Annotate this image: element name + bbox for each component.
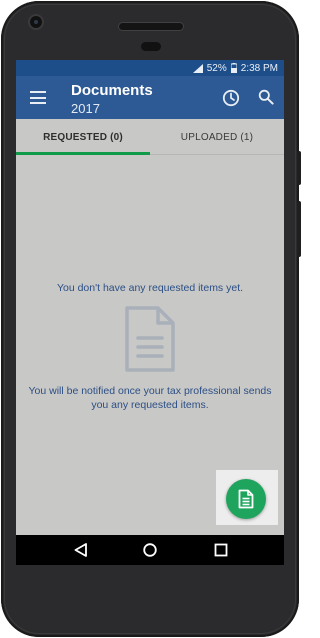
volume-button [297,201,301,257]
battery-icon [230,63,237,73]
app-bar: Documents 2017 [16,76,284,119]
screen: 52% 2:38 PM Documents 2017 REQUESTED (0)… [16,60,284,565]
android-nav-bar [16,535,284,565]
battery-percent: 52% [206,62,227,74]
page-title: Documents [71,82,153,99]
document-icon [238,489,254,509]
signal-icon [192,63,203,73]
search-icon[interactable] [258,89,274,105]
front-camera [30,16,42,28]
clock-icon[interactable] [222,89,240,107]
document-icon [125,306,175,372]
empty-state-message: You will be notified once your tax profe… [28,385,272,411]
earpiece-speaker [119,23,183,30]
tab-bar: REQUESTED (0) UPLOADED (1) [16,119,284,155]
active-tab-indicator [16,152,150,155]
tab-uploaded[interactable]: UPLOADED (1) [150,119,284,155]
power-button [297,151,301,185]
proximity-sensor [141,42,161,51]
page-subtitle-year: 2017 [71,101,100,116]
home-circle-icon[interactable] [143,543,157,557]
status-bar: 52% 2:38 PM [16,60,284,76]
empty-state-title: You don't have any requested items yet. [56,282,244,294]
upload-document-button[interactable] [226,479,266,519]
tab-requested[interactable]: REQUESTED (0) [16,119,150,155]
hamburger-menu-icon[interactable] [30,91,46,104]
back-triangle-icon[interactable] [74,543,88,557]
recent-apps-square-icon[interactable] [214,543,228,557]
status-time: 2:38 PM [240,62,278,74]
